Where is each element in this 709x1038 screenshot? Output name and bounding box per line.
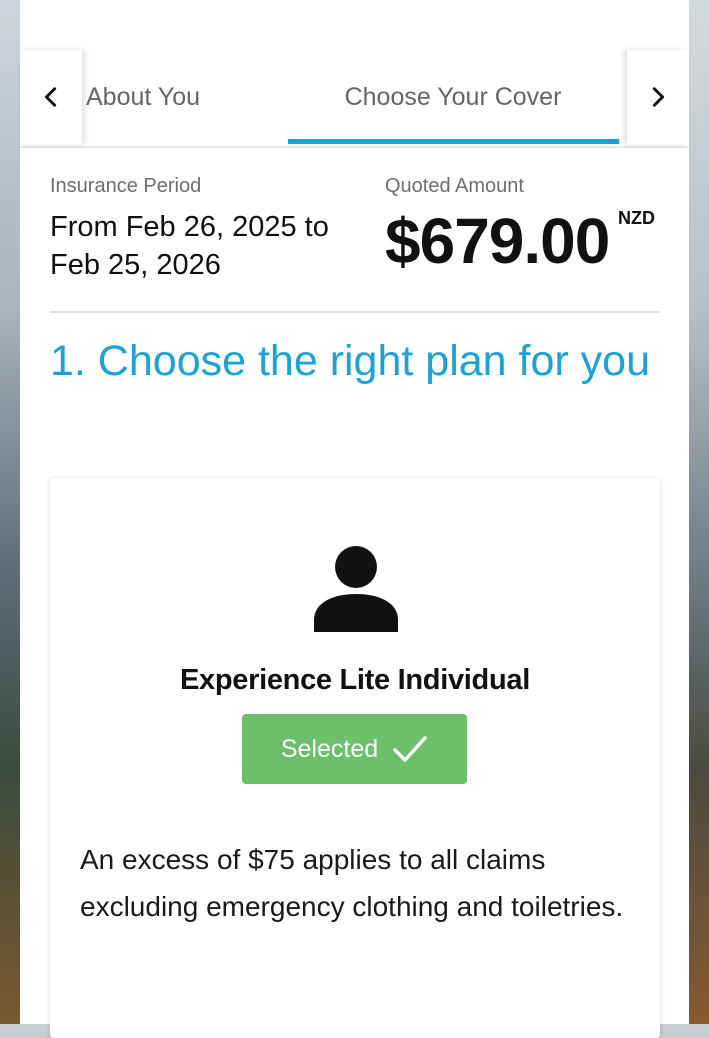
chevron-right-icon [652, 87, 665, 107]
plan-name: Experience Lite Individual [180, 664, 530, 696]
selected-button[interactable]: Selected [242, 714, 467, 784]
plan-card: Experience Lite Individual Selected An e… [50, 478, 660, 1038]
background-right [689, 0, 709, 1024]
plan-description: An excess of $75 applies to all claims e… [80, 844, 624, 922]
checkmark-icon [393, 736, 427, 762]
insurance-period-label: Insurance Period [50, 175, 202, 197]
prev-tab-button[interactable] [20, 50, 82, 144]
quoted-amount-value: $679.00 [385, 205, 610, 277]
active-tab-indicator [288, 139, 619, 144]
currency-code: NZD [618, 208, 655, 228]
next-tab-button[interactable] [627, 50, 689, 144]
background-left [0, 0, 20, 1024]
quote-panel: About You Choose Your Cover Insurance Pe… [20, 0, 689, 1038]
chevron-left-icon [44, 87, 57, 107]
section-title: 1. Choose the right plan for you [50, 337, 650, 385]
step-tab-bar: About You Choose Your Cover [20, 50, 689, 148]
insurance-period-value: From Feb 26, 2025 to Feb 25, 2026 [50, 211, 329, 281]
quoted-amount-label: Quoted Amount [385, 175, 524, 197]
person-icon [314, 546, 398, 632]
tab-about-you[interactable]: About You [86, 50, 200, 144]
summary-divider [50, 311, 660, 313]
selected-label: Selected [280, 734, 379, 763]
tab-choose-your-cover[interactable]: Choose Your Cover [288, 50, 618, 144]
